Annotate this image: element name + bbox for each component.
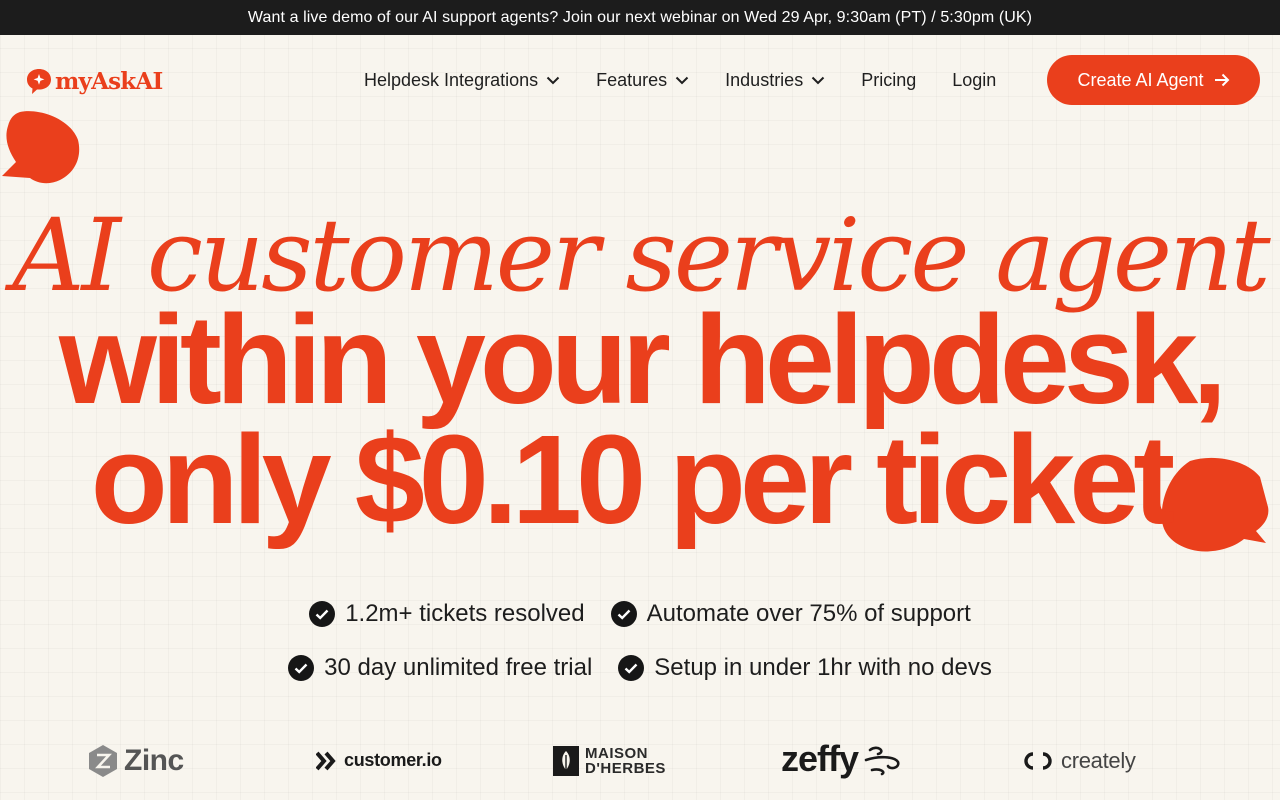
nav-industries-label: Industries: [725, 69, 804, 90]
feature-bullets-row-2: 30 day unlimited free trial Setup in und…: [0, 654, 1280, 682]
customer-logos: Zinc customer.io MAISON D'HERBES zeffy c…: [0, 736, 1280, 788]
logo[interactable]: myAskAI: [26, 64, 163, 98]
brand-name: creately: [1061, 748, 1136, 773]
nav-login-label: Login: [952, 69, 997, 90]
nav-pricing-label: Pricing: [861, 69, 917, 90]
check-circle-icon: [618, 655, 645, 681]
brand-name: zeffy: [781, 738, 859, 779]
chevron-down-icon: [546, 76, 560, 85]
chevron-down-icon: [811, 76, 825, 85]
feature-bullet-text: 1.2m+ tickets resolved: [345, 600, 585, 627]
nav-industries[interactable]: Industries: [725, 70, 825, 91]
nav-pricing[interactable]: Pricing: [861, 70, 916, 91]
brand-logo-maison-dherbes: MAISON D'HERBES: [553, 746, 666, 776]
leaf-icon: [553, 746, 579, 776]
feature-bullet: Setup in under 1hr with no devs: [618, 654, 992, 682]
check-circle-icon: [610, 601, 637, 627]
brand-name: Zinc: [124, 744, 184, 777]
nav-features[interactable]: Features: [596, 70, 689, 91]
nav-login[interactable]: Login: [952, 70, 996, 91]
nav-helpdesk-integrations-label: Helpdesk Integrations: [364, 69, 539, 90]
arrow-right-icon: [1214, 73, 1229, 87]
logo-text: myAskAI: [55, 67, 163, 95]
brand-name: MAISON: [585, 745, 648, 762]
feature-bullet: Automate over 75% of support: [610, 600, 971, 628]
brand-logo-creately: creately: [1021, 748, 1136, 774]
speech-bubble-icon: [2, 111, 80, 184]
brand-logo-zeffy: zeffy: [781, 738, 902, 780]
logo-chat-icon: [27, 69, 51, 94]
chevron-down-icon: [675, 76, 689, 85]
check-circle-icon: [288, 655, 315, 681]
main-nav: Helpdesk Integrations Features Industrie…: [364, 60, 1032, 100]
zinc-mark-icon: [89, 745, 117, 777]
creately-mark-icon: [1024, 752, 1052, 770]
brand-logo-customerio: customer.io: [316, 750, 442, 771]
nav-helpdesk-integrations[interactable]: Helpdesk Integrations: [364, 70, 560, 91]
brand-logo-zinc: Zinc: [88, 744, 184, 778]
announcement-text[interactable]: Want a live demo of our AI support agent…: [248, 9, 1032, 27]
feature-bullet: 1.2m+ tickets resolved: [309, 600, 585, 628]
customerio-mark-icon: [316, 751, 336, 770]
create-ai-agent-label: Create AI Agent: [1077, 69, 1204, 90]
zeffy-swirl-icon: [864, 746, 900, 776]
hero-headline-line3: only $0.10 per ticket: [90, 409, 1176, 550]
nav-features-label: Features: [596, 69, 668, 90]
feature-bullet-text: Automate over 75% of support: [646, 600, 971, 627]
feature-bullet: 30 day unlimited free trial: [288, 654, 592, 682]
hero-headline-line2: within your helpdesk,: [58, 289, 1227, 430]
feature-bullets-row-1: 1.2m+ tickets resolved Automate over 75%…: [0, 600, 1280, 628]
create-ai-agent-button[interactable]: Create AI Agent: [1047, 55, 1260, 105]
feature-bullet-text: 30 day unlimited free trial: [324, 654, 593, 681]
brand-name: D'HERBES: [585, 760, 666, 777]
brand-name: customer.io: [344, 750, 442, 770]
brand-wordmark: MAISON D'HERBES: [585, 746, 666, 776]
feature-bullet-text: Setup in under 1hr with no devs: [654, 654, 992, 681]
announcement-bar[interactable]: Want a live demo of our AI support agent…: [0, 0, 1280, 35]
check-circle-icon: [309, 601, 336, 627]
